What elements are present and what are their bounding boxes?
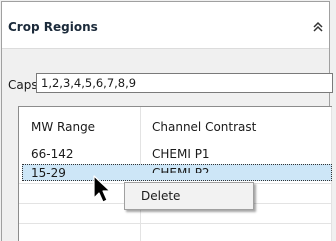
caps-label: Caps	[8, 78, 38, 92]
panel-title: Crop Regions	[8, 20, 98, 34]
context-menu: Delete	[124, 182, 254, 210]
menu-item-label: Delete	[141, 189, 181, 203]
row-divider	[19, 223, 332, 224]
table-cell-mw-range[interactable]: 15-29	[31, 166, 66, 180]
crop-regions-table[interactable]: MW Range Channel Contrast 66-142 CHEMI P…	[18, 106, 332, 241]
menu-item-delete[interactable]: Delete	[127, 185, 251, 207]
column-header-channel-contrast[interactable]: Channel Contrast	[152, 120, 256, 134]
table-cell-channel-contrast[interactable]: CHEMI P2	[152, 166, 210, 173]
table-cell-mw-range[interactable]: 66-142	[31, 147, 74, 161]
chevron-double-up-icon[interactable]	[311, 19, 325, 35]
column-header-mw-range[interactable]: MW Range	[31, 120, 95, 134]
panel-header[interactable]: Crop Regions	[2, 2, 329, 49]
mouse-pointer-icon	[93, 175, 111, 203]
page: Crop Regions Caps MW Range Channel Contr…	[0, 0, 336, 241]
caps-input[interactable]	[36, 73, 333, 93]
table-row-selected[interactable]: 15-29 CHEMI P2	[22, 164, 332, 181]
table-cell-channel-contrast[interactable]: CHEMI P1	[152, 147, 210, 161]
